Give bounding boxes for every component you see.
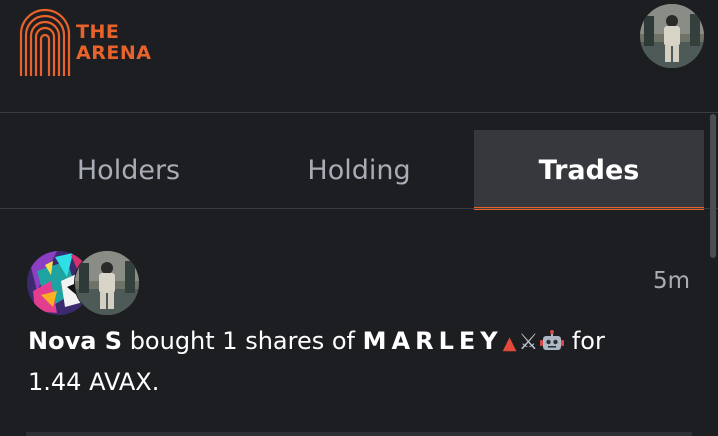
arena-arch-icon	[19, 8, 71, 76]
red-triangle-icon: ▲	[502, 333, 519, 354]
tab-holding[interactable]: Holding	[244, 130, 474, 210]
trade-action-text: bought 1 shares of	[122, 327, 363, 355]
trade-item[interactable]: 5m Nova S bought 1 shares of MARLEY▲⚔ fo…	[0, 210, 718, 436]
trade-timestamp: 5m	[652, 268, 690, 294]
profile-avatar[interactable]	[640, 4, 704, 68]
ticker-link[interactable]: MARLEY	[363, 327, 503, 355]
brand-line-2: ARENA	[76, 42, 152, 64]
arena-logo[interactable]: THE ARENA	[18, 6, 151, 78]
tab-trades[interactable]: Trades	[474, 130, 704, 210]
subject-avatar-icon	[75, 251, 139, 315]
robot-icon	[540, 330, 565, 355]
tab-bar: Holders Holding Trades	[13, 130, 705, 210]
trade-description: Nova S bought 1 shares of MARLEY▲⚔ for 1.…	[28, 322, 688, 402]
crossed-swords-icon: ⚔	[518, 330, 541, 355]
header: THE ARENA	[0, 0, 718, 112]
header-divider	[0, 112, 718, 113]
user-avatar-icon	[640, 4, 704, 68]
trade-amount: 1.44 AVAX.	[28, 368, 160, 396]
trade-avatars	[26, 250, 142, 316]
arena-wordmark: THE ARENA	[76, 22, 151, 64]
tab-holders[interactable]: Holders	[13, 130, 244, 210]
ticker-emojis: ▲⚔	[503, 330, 565, 355]
tabs-divider	[0, 208, 718, 209]
brand-line-1: THE	[76, 21, 120, 43]
trade-for-text: for	[571, 327, 605, 355]
next-item-edge	[26, 432, 692, 436]
page: THE ARENA Holders Holding Trades 5m Nova…	[0, 0, 718, 436]
subject-avatar[interactable]	[74, 250, 140, 316]
trader-name-link[interactable]: Nova S	[28, 327, 122, 355]
